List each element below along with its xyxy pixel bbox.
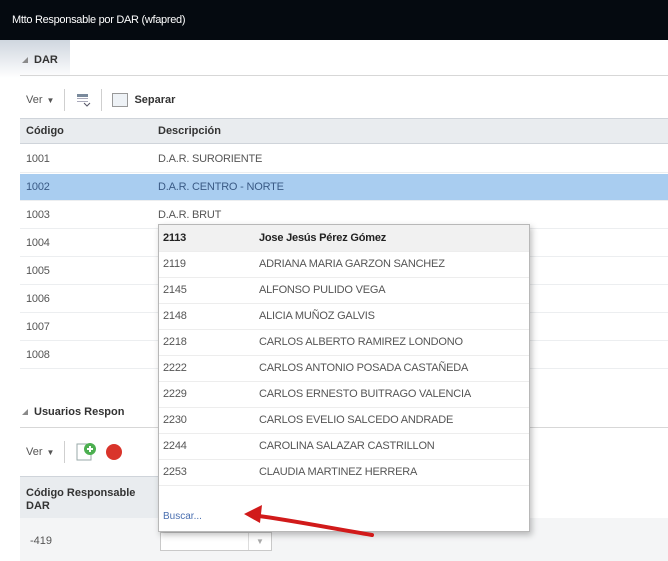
annotation-arrow [244,505,374,537]
